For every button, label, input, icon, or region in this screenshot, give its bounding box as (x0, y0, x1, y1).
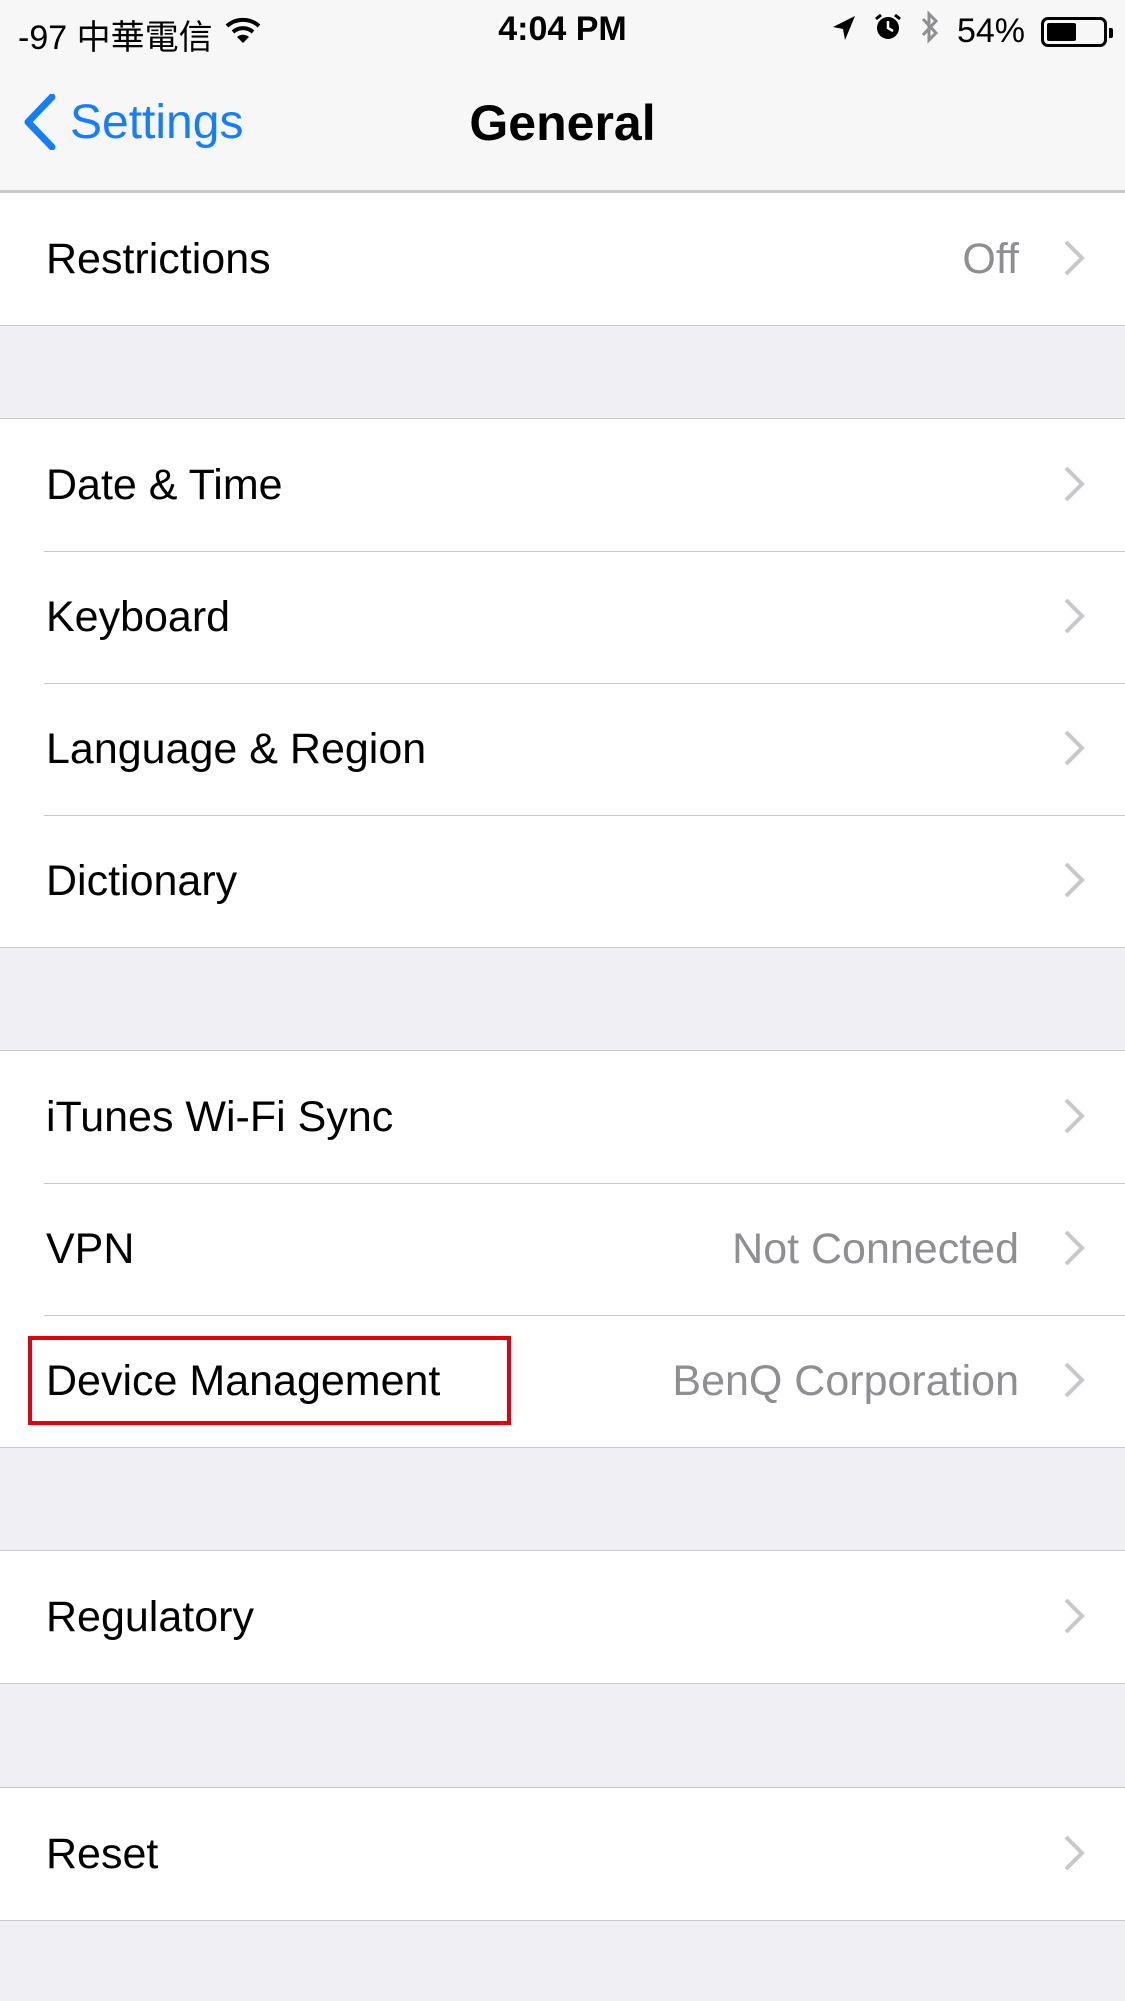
row-regulatory[interactable]: Regulatory (0, 1551, 1125, 1683)
row-label: Regulatory (46, 1592, 254, 1641)
status-bar: -97 中華電信 4:04 PM 54% (0, 0, 1125, 60)
row-label: VPN (46, 1224, 135, 1273)
chevron-right-icon (1063, 1361, 1085, 1404)
row-device-management[interactable]: Device Management BenQ Corporation (0, 1315, 1125, 1447)
row-date-time[interactable]: Date & Time (0, 419, 1125, 551)
settings-group-restrictions: Restrictions Off (0, 192, 1125, 326)
settings-group-regulatory: Regulatory (0, 1550, 1125, 1684)
chevron-right-icon (1063, 729, 1085, 772)
chevron-right-icon (1063, 597, 1085, 640)
settings-group-sync: iTunes Wi-Fi Sync VPN Not Connected Devi… (0, 1050, 1125, 1448)
location-arrow-icon (831, 12, 857, 51)
chevron-right-icon (1063, 1097, 1085, 1140)
chevron-right-icon (1063, 1229, 1085, 1272)
row-reset[interactable]: Reset (0, 1788, 1125, 1920)
settings-group-reset: Reset (0, 1787, 1125, 1921)
row-vpn[interactable]: VPN Not Connected (0, 1183, 1125, 1315)
row-detail: Not Connected (732, 1224, 1019, 1273)
row-label: Device Management (46, 1356, 441, 1405)
row-itunes-wifi-sync[interactable]: iTunes Wi-Fi Sync (0, 1051, 1125, 1183)
row-detail: BenQ Corporation (672, 1356, 1019, 1405)
page-title: General (469, 95, 656, 151)
row-dictionary[interactable]: Dictionary (0, 815, 1125, 947)
chevron-right-icon (1063, 861, 1085, 904)
battery-icon (1041, 16, 1113, 47)
settings-group-locale: Date & Time Keyboard Language & Region D… (0, 418, 1125, 948)
status-right: 54% (831, 10, 1113, 53)
row-label: Date & Time (46, 460, 283, 509)
row-label: iTunes Wi-Fi Sync (46, 1092, 394, 1141)
row-language-region[interactable]: Language & Region (0, 683, 1125, 815)
navigation-bar: Settings General (0, 60, 1125, 192)
bluetooth-icon (919, 10, 941, 53)
chevron-right-icon (1063, 239, 1085, 282)
battery-fill (1047, 22, 1077, 41)
row-restrictions[interactable]: Restrictions Off (0, 193, 1125, 325)
row-detail: Off (962, 234, 1019, 283)
row-keyboard[interactable]: Keyboard (0, 551, 1125, 683)
chevron-right-icon (1063, 1834, 1085, 1877)
row-label: Reset (46, 1829, 159, 1878)
row-label: Dictionary (46, 856, 238, 905)
chevron-right-icon (1063, 1597, 1085, 1640)
row-label: Language & Region (46, 724, 427, 773)
chevron-right-icon (1063, 465, 1085, 508)
row-label: Keyboard (46, 592, 231, 641)
battery-percent: 54% (956, 12, 1025, 50)
row-label: Restrictions (46, 234, 271, 283)
alarm-icon (873, 12, 903, 51)
